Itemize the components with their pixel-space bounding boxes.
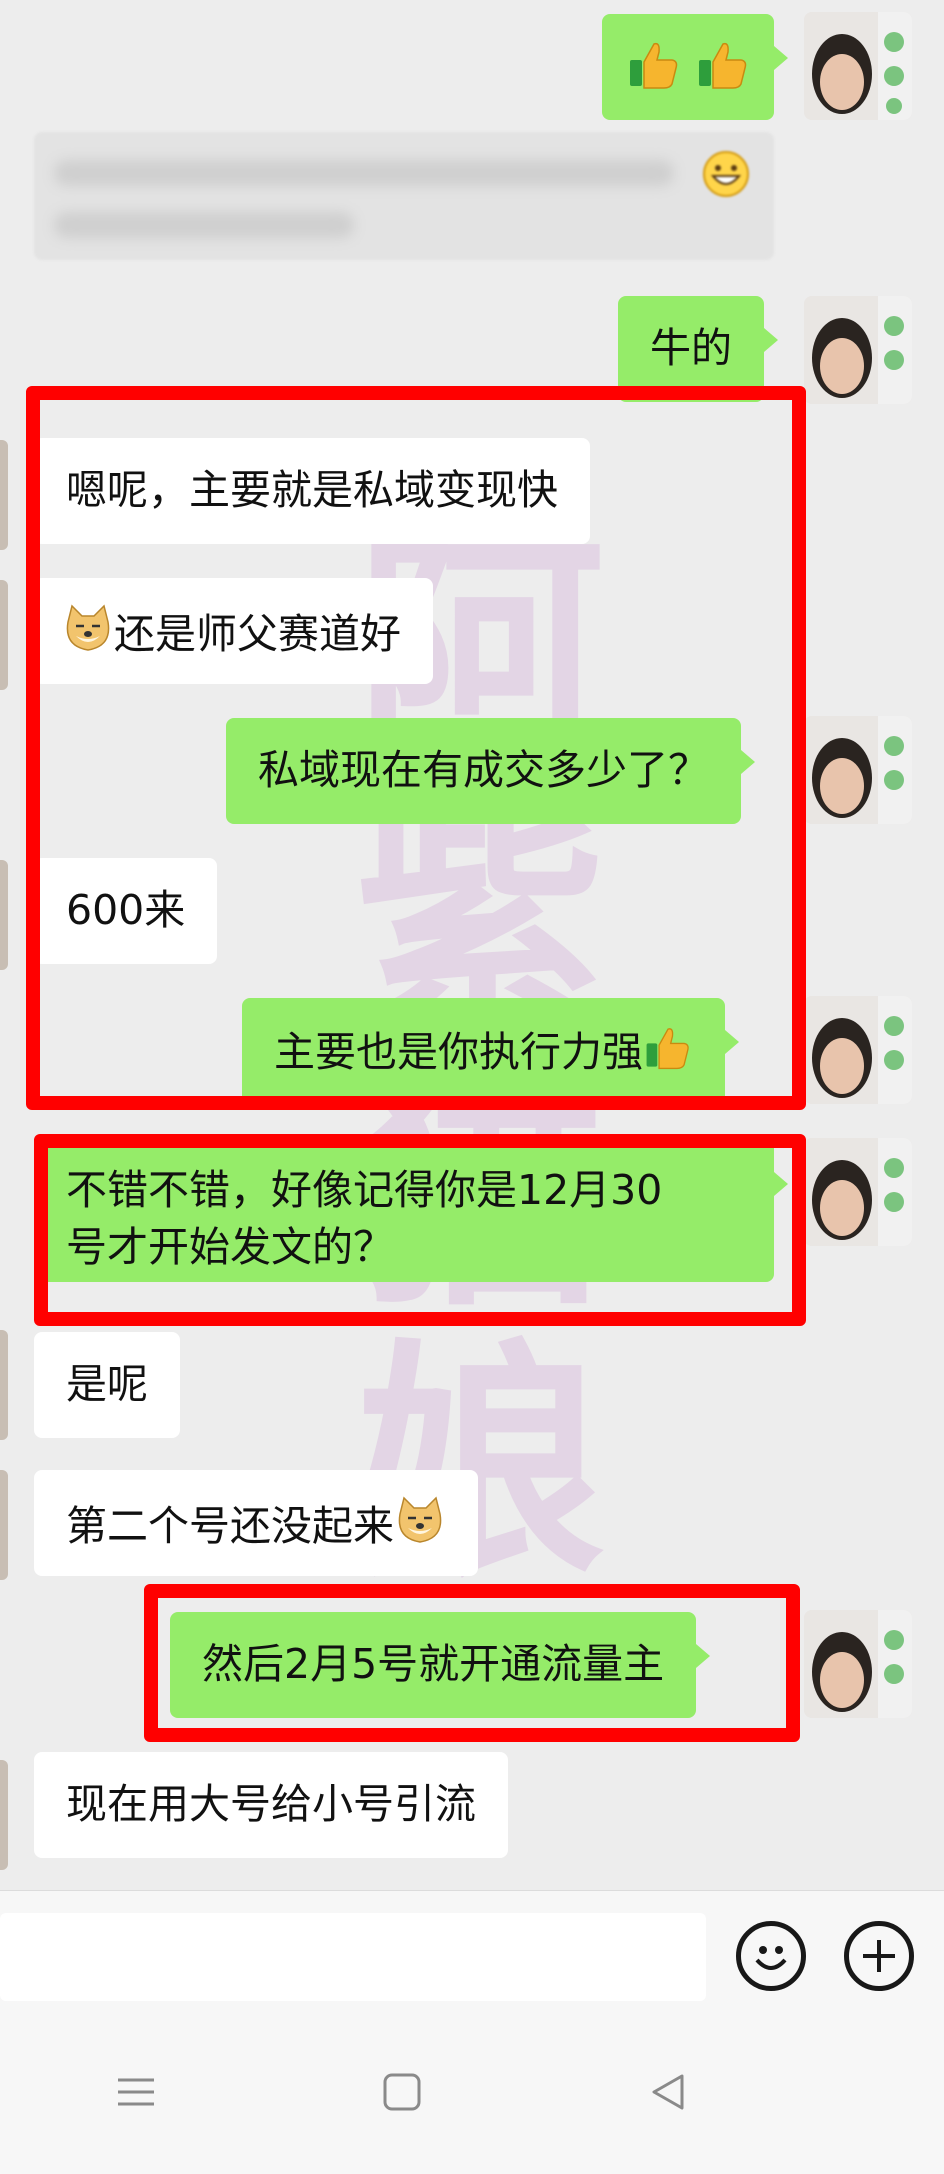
avatar[interactable] <box>804 716 912 824</box>
thumbs-up-icon <box>699 42 747 89</box>
message-incoming[interactable]: 第二个号还没起来 <box>34 1470 478 1576</box>
highlight-box <box>144 1584 800 1742</box>
avatar[interactable] <box>804 1610 912 1718</box>
back-icon[interactable] <box>646 2070 690 2114</box>
menu-icon[interactable] <box>114 2070 158 2114</box>
avatar[interactable] <box>804 996 912 1104</box>
home-icon[interactable] <box>382 2070 422 2114</box>
emoji-button-icon[interactable] <box>736 1921 806 1991</box>
message-input[interactable] <box>0 1913 706 2001</box>
avatar[interactable] <box>804 1138 912 1246</box>
message-thumbs-up[interactable] <box>602 14 788 120</box>
highlight-box <box>26 386 806 1110</box>
message-incoming[interactable]: 现在用大号给小号引流 <box>34 1752 508 1858</box>
avatar[interactable] <box>804 12 912 120</box>
input-bar <box>0 1890 944 2021</box>
grin-emoji-icon <box>703 151 749 197</box>
plus-icon[interactable] <box>844 1921 914 1991</box>
message-incoming[interactable]: 是呢 <box>34 1332 180 1438</box>
avatar[interactable] <box>804 296 912 404</box>
highlight-box <box>34 1134 806 1326</box>
blurred-message <box>34 132 774 260</box>
system-nav-bar <box>0 2020 944 2174</box>
message-text: 第二个号还没起来 <box>66 1502 394 1550</box>
chat-area: 牛的 阿 紫 猫 娘 嗯呢，主要就是私域变现快 还是师父赛道好 私域现在有成交多… <box>0 0 944 1890</box>
thumbs-up-icon <box>630 42 678 89</box>
doge-emoji-icon <box>398 1496 442 1543</box>
